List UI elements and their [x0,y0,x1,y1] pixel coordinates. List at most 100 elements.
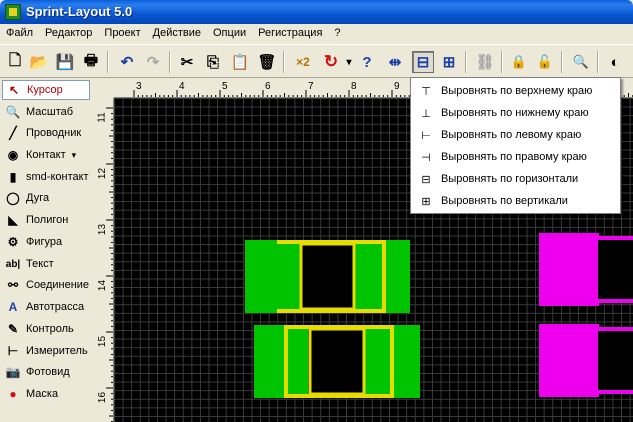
tool-track[interactable]: ╱ Проводник [2,123,90,143]
tool-label: Контроль [26,323,74,335]
group-icon[interactable]: ⛓ [474,51,496,73]
menu-item-align-left[interactable]: ⊢ Выровнять по левому краю [413,124,618,146]
menu-action[interactable]: Действие [147,24,207,44]
tool-label: Проводник [26,127,82,139]
pad-1-left [245,240,274,313]
tool-pad[interactable]: ◉ Контакт ▾ [2,145,90,165]
menu-project[interactable]: Проект [98,24,146,44]
tool-polygon[interactable]: ◣ Полигон [2,210,90,230]
text-icon: ab| [5,258,21,270]
menu-item-label: Выровнять по горизонтали [441,173,579,185]
duplicate-icon[interactable]: ×2 [292,51,314,73]
smd-pad-icon: ▮ [9,170,17,184]
menu-item-align-top[interactable]: ⊤ Выровнять по верхнему краю [413,80,618,102]
app-icon [5,4,21,20]
outline-1-inner [299,242,356,311]
measure-icon: ⊢ [7,344,19,358]
tool-connection[interactable]: ⚯ Соединение [2,275,90,295]
tool-label: Дуга [26,192,50,204]
magenta-pad-2 [539,324,599,397]
pad-2-left [254,325,284,398]
ruler-top-label: 3 [136,81,142,92]
ruler-left-label: 11 [96,112,108,123]
ruler-left-label: 16 [97,391,109,404]
tool-label: Контакт [26,149,66,161]
tool-mask[interactable]: ● Маска [2,384,90,404]
tool-label: smd-контакт [26,171,89,183]
toolbar-separator [561,51,563,73]
mirror-horizontal-icon[interactable]: ⇹ [384,51,406,73]
menu-item-align-right[interactable]: ⊣ Выровнять по правому краю [413,146,618,168]
menu-options[interactable]: Опции [207,24,252,44]
ruler-left-label: 13 [97,223,109,236]
check-icon: ✎ [7,322,19,336]
toolbar-separator [501,51,503,73]
menu-item-label: Выровнять по вертикали [441,195,568,207]
menu-registration[interactable]: Регистрация [252,24,328,44]
magenta-outline-1 [594,236,633,303]
copy-icon[interactable]: ⎘ [202,51,224,73]
tool-check[interactable]: ✎ Контроль [2,319,90,339]
tool-label: Фигура [26,236,63,248]
align-icon[interactable]: ⊟ [412,51,434,73]
tool-zoom[interactable]: 🔍 Масштаб [2,102,90,122]
undo-icon[interactable]: ↶ [116,51,138,73]
tool-label: Масштаб [26,106,74,118]
ruler-top-label: 5 [222,81,228,92]
shape-icon: ⚙ [7,235,19,249]
toolbar: 🗋 📂 💾 🖶 ↶ ↷ ✂ ⎘ 📋 🗑 ×2 ↻ ▾ ? ⇹ ⊟ ⊞ ⛓ 🔒 🔓… [0,44,633,78]
open-folder-icon[interactable]: 📂 [28,51,50,73]
menu-item-align-vertical[interactable]: ⊞ Выровнять по вертикали [413,190,618,212]
tool-label: Измеритель [26,345,88,357]
tool-cursor[interactable]: ↖ Курсор [2,80,90,100]
pad-2-right-inner [364,329,390,394]
menu-item-label: Выровнять по левому краю [441,129,582,141]
pad-1-right-inner [354,244,380,309]
view-icon[interactable]: ◐ [604,51,626,73]
menu-item-label: Выровнять по нижнему краю [441,107,589,119]
ruler-left-label: 14 [97,279,109,292]
tool-smd-pad[interactable]: ▮ smd-контакт [2,167,90,187]
tool-label: Соединение [26,279,90,291]
menu-help[interactable]: ? [328,24,346,44]
tool-text[interactable]: ab| Текст [2,254,90,274]
tool-arc[interactable]: ◯ Дуга [2,188,90,208]
ruler-left-ticks [106,107,113,422]
ruler-left-label: 15 [97,335,109,348]
help-icon[interactable]: ? [356,51,378,73]
tool-shape[interactable]: ⚙ Фигура [2,232,90,252]
search-icon[interactable]: 🔍 [570,51,592,73]
redo-icon[interactable]: ↷ [142,51,164,73]
tool-measure[interactable]: ⊢ Измеритель [2,341,90,361]
tool-label: Текст [26,258,54,270]
cut-icon[interactable]: ✂ [176,51,198,73]
polygon-icon: ◣ [8,213,18,227]
tool-sidebar: ↖ Курсор 🔍 Масштаб ╱ Проводник ◉ Контакт ▾ ▮ s… [0,78,94,422]
ruler-corner [96,80,114,98]
align-right-icon: ⊣ [421,151,431,164]
tool-photoview[interactable]: 📷 Фотовид [2,362,90,382]
save-icon[interactable]: 💾 [54,51,76,73]
toolbar-separator [169,51,171,73]
toolbar-separator [597,51,599,73]
menu-item-align-bottom[interactable]: ⊥ Выровнять по нижнему краю [413,102,618,124]
menu-bar: Файл Редактор Проект Действие Опции Регистрац… [0,24,633,44]
menu-item-align-horizontal[interactable]: ⊟ Выровнять по горизонтали [413,168,618,190]
align-horizontal-icon: ⊟ [421,173,431,186]
menu-file[interactable]: Файл [0,24,39,44]
pad-icon: ◉ [7,148,19,162]
align-bottom-icon: ⊥ [421,107,431,120]
delete-icon[interactable]: 🗑 [256,51,278,73]
lock-icon[interactable]: 🔒 [508,51,530,73]
outline-2-inner [308,327,366,396]
unlock-icon[interactable]: 🔓 [534,51,556,73]
paste-icon[interactable]: 📋 [229,51,251,73]
print-icon[interactable]: 🖶 [80,51,102,73]
mask-icon: ● [9,387,17,401]
menu-edit[interactable]: Редактор [39,24,98,44]
chevron-down-icon[interactable]: ▾ [72,150,77,161]
new-file-icon[interactable]: 🗋 [4,51,26,73]
zoom-icon: 🔍 [5,105,21,119]
tool-autoroute[interactable]: A Автотрасса [2,297,90,317]
center-icon[interactable]: ⊞ [438,51,460,73]
